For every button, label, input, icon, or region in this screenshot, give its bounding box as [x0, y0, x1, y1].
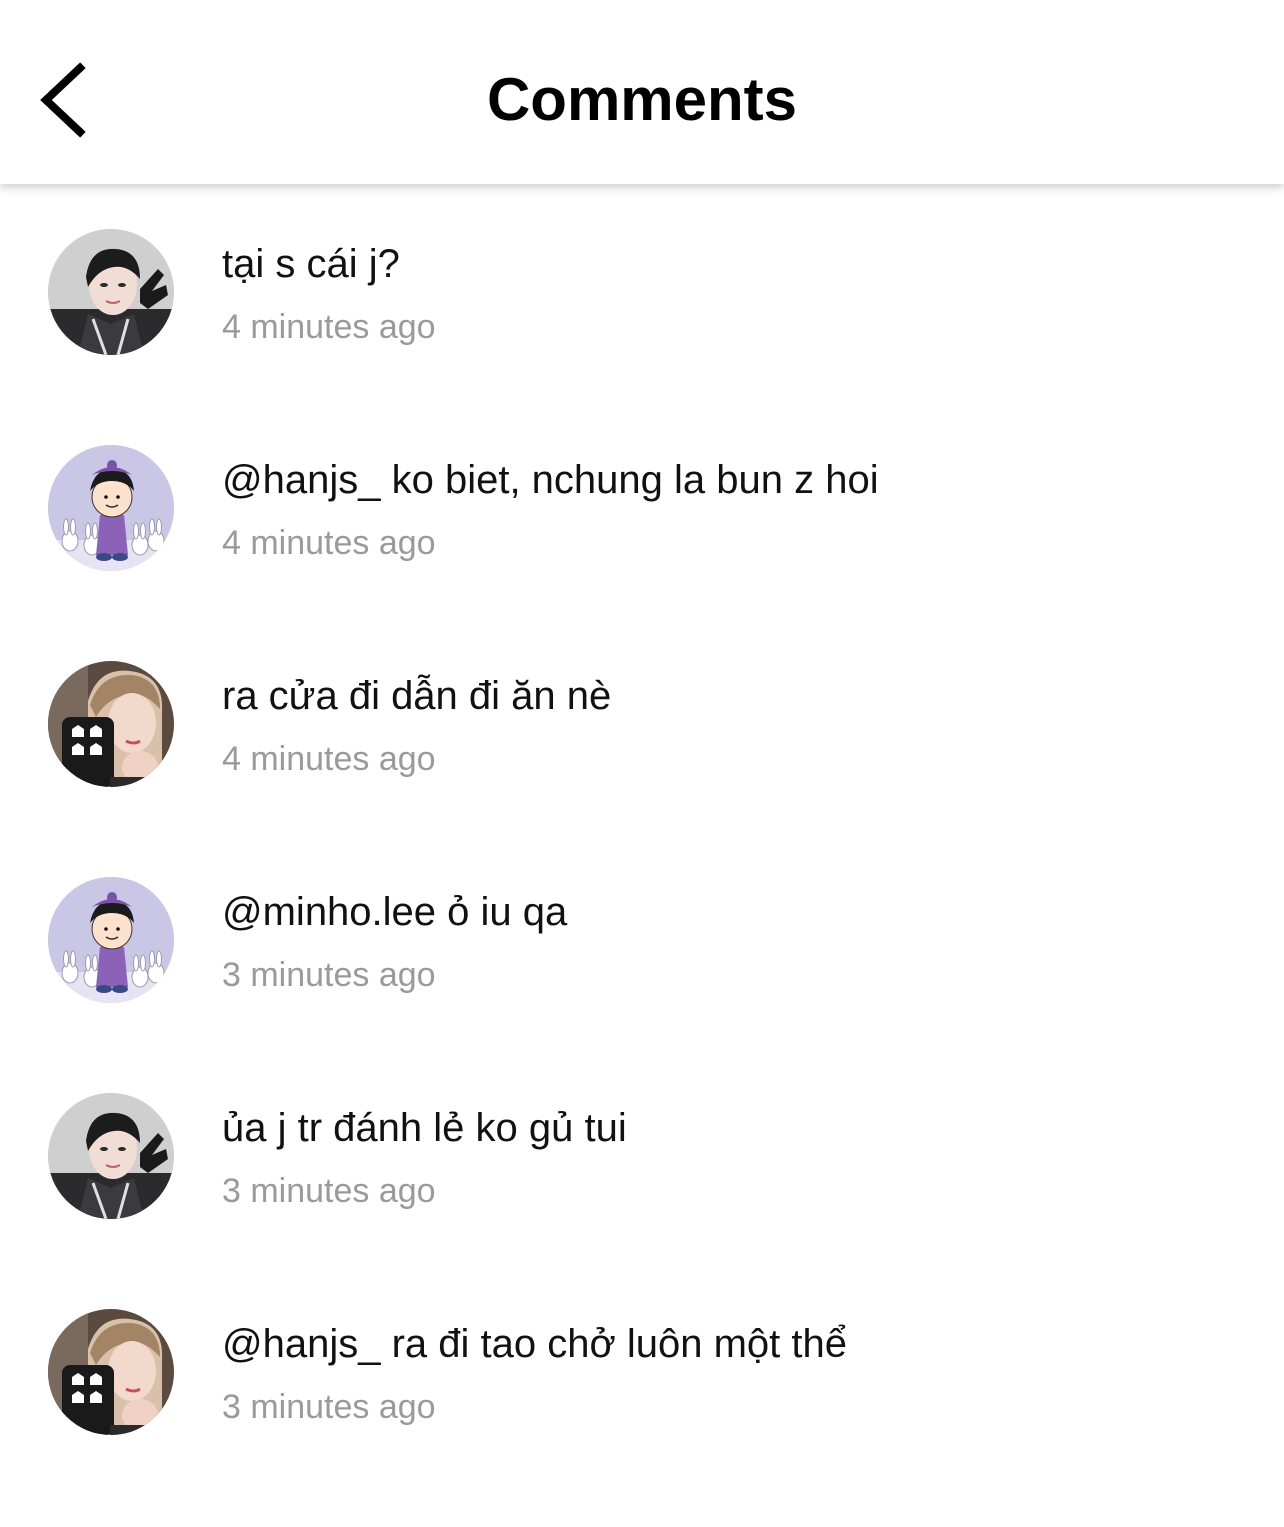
comment-item[interactable]: ủa j tr đánh lẻ ko gủ tui 3 minutes ago	[0, 1048, 1284, 1264]
avatar-cartoon-girl[interactable]	[48, 877, 174, 1003]
comment-list[interactable]: tại s cái j? 4 minutes ago @hanjs_ ko bi…	[0, 184, 1284, 1480]
avatar-boy-phone[interactable]	[48, 661, 174, 787]
comment-item[interactable]: @minho.lee ỏ iu qa 3 minutes ago	[0, 832, 1284, 1048]
comment-item[interactable]: ra cửa đi dẫn đi ăn nè 4 minutes ago	[0, 616, 1284, 832]
avatar-boy-gloves[interactable]	[48, 1093, 174, 1219]
comment-item[interactable]: tại s cái j? 4 minutes ago	[0, 184, 1284, 400]
avatar-cartoon-girl[interactable]	[48, 445, 174, 571]
comment-text: ra cửa đi dẫn đi ăn nè	[222, 674, 612, 718]
comment-text: @hanjs_ ra đi tao chở luôn một thể	[222, 1322, 847, 1366]
comment-item[interactable]: @hanjs_ ra đi tao chở luôn một thể 3 min…	[0, 1264, 1284, 1480]
comment-timestamp: 4 minutes ago	[222, 740, 436, 778]
avatar-boy-phone[interactable]	[48, 1309, 174, 1435]
comment-timestamp: 4 minutes ago	[222, 308, 436, 346]
comment-timestamp: 3 minutes ago	[222, 1172, 436, 1210]
page-title: Comments	[486, 66, 798, 133]
header-bar: Comments	[0, 0, 1284, 184]
comment-text: ủa j tr đánh lẻ ko gủ tui	[222, 1106, 627, 1150]
comment-timestamp: 3 minutes ago	[222, 956, 436, 994]
comment-text: @minho.lee ỏ iu qa	[222, 890, 568, 934]
comment-text: @hanjs_ ko biet, nchung la bun z hoi	[222, 458, 879, 502]
comment-text: tại s cái j?	[222, 242, 400, 286]
avatar-boy-gloves[interactable]	[48, 229, 174, 355]
comment-timestamp: 3 minutes ago	[222, 1388, 436, 1426]
comment-item[interactable]: @hanjs_ ko biet, nchung la bun z hoi 4 m…	[0, 400, 1284, 616]
comment-timestamp: 4 minutes ago	[222, 524, 436, 562]
